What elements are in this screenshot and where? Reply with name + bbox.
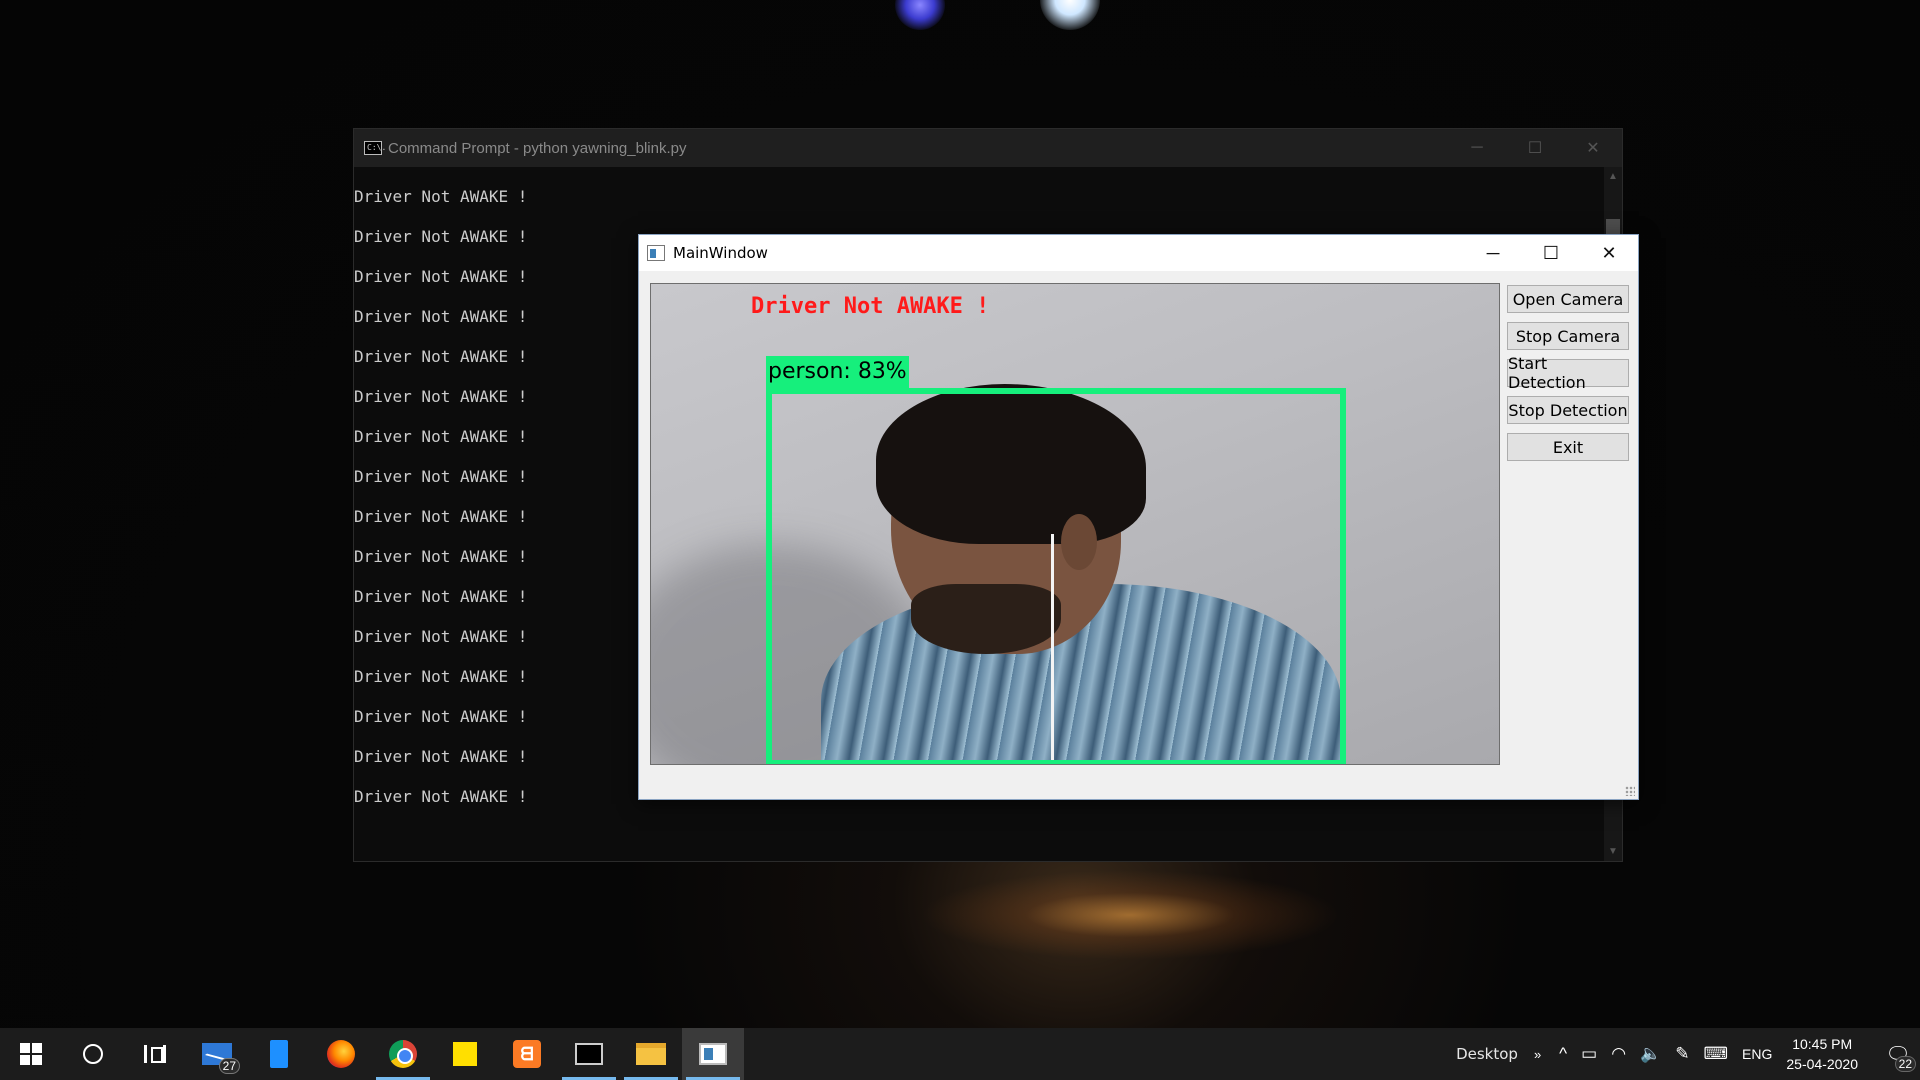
clock-date: 25-04-2020 <box>1786 1056 1858 1072</box>
cmd-titlebar[interactable]: C:\. Command Prompt - python yawning_bli… <box>354 129 1622 167</box>
stop-camera-button[interactable]: Stop Camera <box>1507 322 1629 350</box>
toolbar-chevron-icon[interactable]: » <box>1534 1047 1541 1062</box>
camera-feed: person: 83% Driver Not AWAKE ! <box>650 283 1500 765</box>
cmd-line: Driver Not AWAKE ! <box>354 667 528 686</box>
main-window-controls: ─ ☐ ✕ <box>1464 235 1638 271</box>
sticky-notes-icon <box>453 1042 477 1066</box>
cmd-line: Driver Not AWAKE ! <box>354 747 528 766</box>
search-button[interactable] <box>62 1028 124 1080</box>
taskbar-command-prompt[interactable] <box>558 1028 620 1080</box>
wallpaper-glow <box>920 870 1340 960</box>
taskbar-mainwindow[interactable] <box>682 1028 744 1080</box>
wallpaper-light-white <box>1040 0 1100 30</box>
cmd-minimize-button[interactable]: ─ <box>1448 129 1506 167</box>
touch-keyboard-icon[interactable]: ⌨ <box>1703 1044 1728 1064</box>
drowsiness-alert-text: Driver Not AWAKE ! <box>751 294 990 319</box>
minimize-button[interactable]: ─ <box>1464 235 1522 271</box>
taskbar-xampp[interactable]: ᗺ <box>496 1028 558 1080</box>
close-button[interactable]: ✕ <box>1580 235 1638 271</box>
cmd-line: Driver Not AWAKE ! <box>354 187 528 206</box>
action-center-button[interactable]: 🗨 22 <box>1876 1028 1920 1080</box>
maximize-button[interactable]: ☐ <box>1522 235 1580 271</box>
cmd-window-controls: ─ ☐ ✕ <box>1448 129 1622 167</box>
cmd-line: Driver Not AWAKE ! <box>354 787 528 806</box>
taskbar-mail[interactable]: 27 <box>186 1028 248 1080</box>
windows-logo-icon <box>20 1043 42 1065</box>
taskbar: 27 ᗺ Desktop » ^ ▭ ◠ 🔈 ✎ ⌨ ENG 10:45 PM … <box>0 1028 1920 1080</box>
firefox-icon <box>327 1040 355 1068</box>
wallpaper-light-blue <box>895 0 945 30</box>
command-prompt-icon <box>575 1043 603 1065</box>
app-window-icon <box>647 245 665 261</box>
cmd-line: Driver Not AWAKE ! <box>354 467 528 486</box>
cmd-line: Driver Not AWAKE ! <box>354 547 528 566</box>
main-window-titlebar[interactable]: MainWindow ─ ☐ ✕ <box>639 235 1638 271</box>
cmd-line: Driver Not AWAKE ! <box>354 347 528 366</box>
cmd-maximize-button[interactable]: ☐ <box>1506 129 1564 167</box>
cmd-line: Driver Not AWAKE ! <box>354 307 528 326</box>
notification-badge: 22 <box>1894 1056 1916 1072</box>
stop-detection-button[interactable]: Stop Detection <box>1507 396 1629 424</box>
control-buttons: Open Camera Stop Camera Start Detection … <box>1507 285 1629 461</box>
volume-icon[interactable]: 🔈 <box>1640 1044 1661 1064</box>
cmd-icon: C:\. <box>364 141 386 155</box>
task-view-icon <box>144 1045 166 1063</box>
pen-icon[interactable]: ✎ <box>1675 1044 1689 1064</box>
cmd-line: Driver Not AWAKE ! <box>354 387 528 406</box>
resize-grip-icon[interactable] <box>1625 786 1635 796</box>
folder-icon <box>636 1043 666 1065</box>
cmd-line: Driver Not AWAKE ! <box>354 227 528 246</box>
open-camera-button[interactable]: Open Camera <box>1507 285 1629 313</box>
phone-icon <box>270 1040 288 1068</box>
scroll-down-arrow-icon[interactable]: ▼ <box>1608 846 1618 857</box>
app-window-icon <box>699 1043 727 1065</box>
main-window[interactable]: MainWindow ─ ☐ ✕ person: 83% Driver Not … <box>638 234 1639 800</box>
taskbar-firefox[interactable] <box>310 1028 372 1080</box>
xampp-icon: ᗺ <box>513 1040 541 1068</box>
detection-label: person: 83% <box>766 356 909 388</box>
taskbar-chrome[interactable] <box>372 1028 434 1080</box>
cmd-title: Command Prompt - python yawning_blink.py <box>388 139 687 157</box>
cmd-line: Driver Not AWAKE ! <box>354 707 528 726</box>
mail-badge: 27 <box>218 1058 240 1074</box>
chrome-icon <box>389 1040 417 1068</box>
taskbar-file-explorer[interactable] <box>620 1028 682 1080</box>
taskbar-sticky-notes[interactable] <box>434 1028 496 1080</box>
battery-icon[interactable]: ▭ <box>1581 1044 1597 1064</box>
cortana-circle-icon <box>83 1044 103 1064</box>
task-view-button[interactable] <box>124 1028 186 1080</box>
taskbar-phone[interactable] <box>248 1028 310 1080</box>
cmd-line: Driver Not AWAKE ! <box>354 267 528 286</box>
system-tray: Desktop » ^ ▭ ◠ 🔈 ✎ ⌨ ENG 10:45 PM 25-04… <box>1456 1028 1920 1080</box>
cmd-line: Driver Not AWAKE ! <box>354 627 528 646</box>
main-window-title: MainWindow <box>673 244 768 262</box>
scroll-up-arrow-icon[interactable]: ▲ <box>1608 171 1618 182</box>
wifi-icon[interactable]: ◠ <box>1611 1044 1626 1064</box>
show-hidden-icons-icon[interactable]: ^ <box>1559 1044 1567 1064</box>
detection-bounding-box <box>766 388 1346 764</box>
cmd-close-button[interactable]: ✕ <box>1564 129 1622 167</box>
cmd-line: Driver Not AWAKE ! <box>354 507 528 526</box>
desktop-toolbar-label[interactable]: Desktop <box>1456 1045 1518 1063</box>
cmd-line: Driver Not AWAKE ! <box>354 587 528 606</box>
clock[interactable]: 10:45 PM 25-04-2020 <box>1786 1034 1858 1074</box>
exit-button[interactable]: Exit <box>1507 433 1629 461</box>
input-language[interactable]: ENG <box>1742 1046 1772 1062</box>
cmd-line: Driver Not AWAKE ! <box>354 427 528 446</box>
start-detection-button[interactable]: Start Detection <box>1507 354 1629 392</box>
start-button[interactable] <box>0 1028 62 1080</box>
clock-time: 10:45 PM <box>1792 1036 1853 1052</box>
